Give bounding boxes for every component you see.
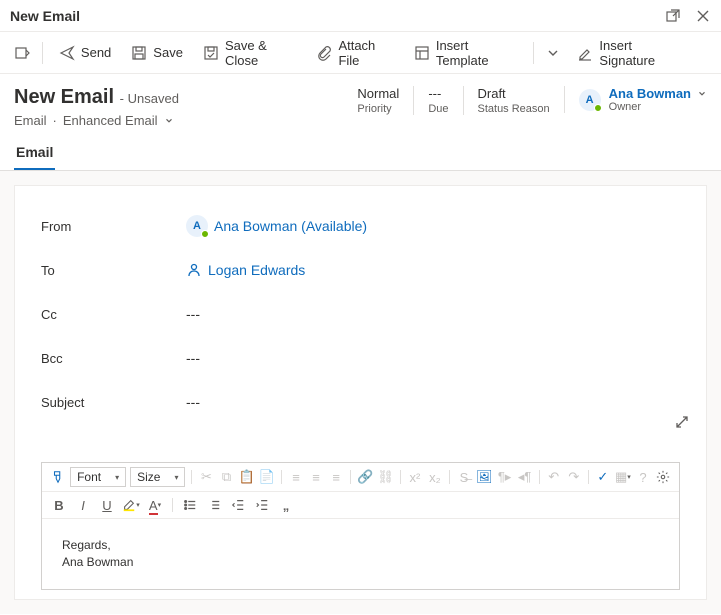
to-value[interactable]: Logan Edwards (186, 262, 680, 278)
bcc-row: Bcc --- (41, 336, 680, 380)
number-list-icon[interactable] (205, 496, 223, 514)
overflow-button[interactable] (695, 39, 715, 66)
insert-signature-button[interactable]: Insert Signature (569, 32, 691, 74)
image-icon[interactable]: 🖼 (476, 468, 493, 486)
to-row: To Logan Edwards (41, 248, 680, 292)
from-row: From A Ana Bowman (Available) (41, 204, 680, 248)
insert-template-chevron[interactable] (541, 39, 565, 67)
help-icon[interactable]: ? (635, 468, 651, 486)
cc-row: Cc --- (41, 292, 680, 336)
separator (533, 42, 534, 64)
subscript-icon[interactable]: x₂ (427, 468, 443, 486)
subject-row: Subject --- (41, 380, 680, 424)
bcc-label: Bcc (41, 351, 186, 366)
cut-icon[interactable]: ✂ (198, 468, 214, 486)
bullet-list-icon[interactable] (181, 496, 199, 514)
separator (42, 42, 43, 64)
font-dropdown[interactable]: Font▾ (70, 467, 126, 487)
owner-avatar: A (579, 89, 601, 111)
chevron-down-icon[interactable] (164, 116, 174, 126)
bold-icon[interactable]: B (50, 496, 68, 514)
close-icon[interactable] (695, 8, 711, 24)
due-stat[interactable]: --- Due (413, 86, 462, 115)
tab-email[interactable]: Email (14, 136, 55, 170)
new-record-button[interactable] (6, 39, 34, 67)
from-label: From (41, 219, 186, 234)
rich-text-editor: Font▾ Size▾ ✂ ⧉ 📋 📄 ≡ ≡ ≡ 🔗 ⛓ x² x₂ (41, 462, 680, 590)
send-button[interactable]: Send (51, 39, 119, 67)
presence-dot (594, 104, 602, 112)
link-icon[interactable]: 🔗 (357, 468, 373, 486)
highlight-icon[interactable]: ▾ (122, 496, 140, 514)
align-center-icon[interactable]: ≡ (308, 468, 324, 486)
contact-icon (186, 262, 202, 278)
format-painter-icon[interactable] (50, 468, 66, 486)
subject-input[interactable]: --- (186, 394, 680, 410)
subject-label: Subject (41, 395, 186, 410)
rtl-icon[interactable]: ◂¶ (517, 468, 533, 486)
save-close-button[interactable]: Save & Close (195, 32, 305, 74)
chevron-down-icon[interactable] (697, 89, 707, 99)
form-header: New Email - Unsaved Email · Enhanced Ema… (0, 74, 721, 136)
paste-icon[interactable]: 📋 (239, 468, 255, 486)
attach-file-button[interactable]: Attach File (308, 32, 401, 74)
save-button[interactable]: Save (123, 39, 191, 67)
blockquote-icon[interactable]: „ (277, 496, 295, 514)
font-color-icon[interactable]: A▾ (146, 496, 164, 514)
insert-template-button[interactable]: Insert Template (406, 32, 525, 74)
page-title: New Email (14, 86, 114, 108)
editor-body[interactable]: Regards, Ana Bowman (42, 519, 679, 589)
bcc-value[interactable]: --- (186, 350, 680, 366)
insert-template-label: Insert Template (436, 38, 517, 68)
form-card: From A Ana Bowman (Available) To Logan E… (14, 185, 707, 600)
tab-strip: Email (0, 136, 721, 171)
editor-toolbar-row1: Font▾ Size▾ ✂ ⧉ 📋 📄 ≡ ≡ ≡ 🔗 ⛓ x² x₂ (42, 463, 679, 492)
outdent-icon[interactable] (229, 496, 247, 514)
redo-icon[interactable]: ↷ (566, 468, 582, 486)
presence-dot (201, 230, 209, 238)
underline-icon[interactable]: U (98, 496, 116, 514)
command-bar: Send Save Save & Close Attach File Inser… (0, 32, 721, 74)
paste-text-icon[interactable]: 📄 (259, 468, 275, 486)
undo-icon[interactable]: ↶ (546, 468, 562, 486)
indent-icon[interactable] (253, 496, 271, 514)
align-right-icon[interactable]: ≡ (328, 468, 344, 486)
popout-icon[interactable] (665, 8, 681, 24)
form-surface: From A Ana Bowman (Available) To Logan E… (0, 171, 721, 614)
align-left-icon[interactable]: ≡ (288, 468, 304, 486)
settings-icon[interactable] (655, 468, 671, 486)
owner-name: Ana Bowman (609, 86, 691, 101)
attach-file-label: Attach File (338, 38, 393, 68)
strikethrough-icon[interactable]: S̶ (456, 468, 472, 486)
superscript-icon[interactable]: x² (407, 468, 423, 486)
save-close-label: Save & Close (225, 38, 297, 68)
title-bar: New Email (0, 0, 721, 32)
status-reason-stat[interactable]: Draft Status Reason (463, 86, 564, 115)
cc-value[interactable]: --- (186, 306, 680, 322)
size-dropdown[interactable]: Size▾ (130, 467, 185, 487)
table-icon[interactable]: ▦▾ (615, 468, 631, 486)
editor-toolbar-row2: B I U ▾ A▾ (42, 492, 679, 519)
breadcrumb-entity: Email (14, 113, 47, 128)
owner-lookup[interactable]: A Ana Bowman Owner (564, 86, 707, 113)
priority-stat[interactable]: Normal Priority (357, 86, 413, 115)
send-label: Send (81, 45, 111, 60)
from-value[interactable]: A Ana Bowman (Available) (186, 215, 680, 237)
unlink-icon[interactable]: ⛓ (377, 468, 394, 486)
save-status: - Unsaved (120, 91, 179, 106)
ltr-icon[interactable]: ¶▸ (497, 468, 513, 486)
window-title: New Email (10, 8, 80, 24)
breadcrumb-form[interactable]: Enhanced Email (63, 113, 158, 128)
clear-format-icon[interactable]: ✓ (595, 468, 611, 486)
to-label: To (41, 263, 186, 278)
cc-label: Cc (41, 307, 186, 322)
from-avatar: A (186, 215, 208, 237)
copy-icon[interactable]: ⧉ (219, 468, 235, 486)
breadcrumb: Email · Enhanced Email (14, 113, 343, 128)
insert-signature-label: Insert Signature (599, 38, 683, 68)
italic-icon[interactable]: I (74, 496, 92, 514)
save-label: Save (153, 45, 183, 60)
expand-editor-icon[interactable] (674, 414, 690, 430)
